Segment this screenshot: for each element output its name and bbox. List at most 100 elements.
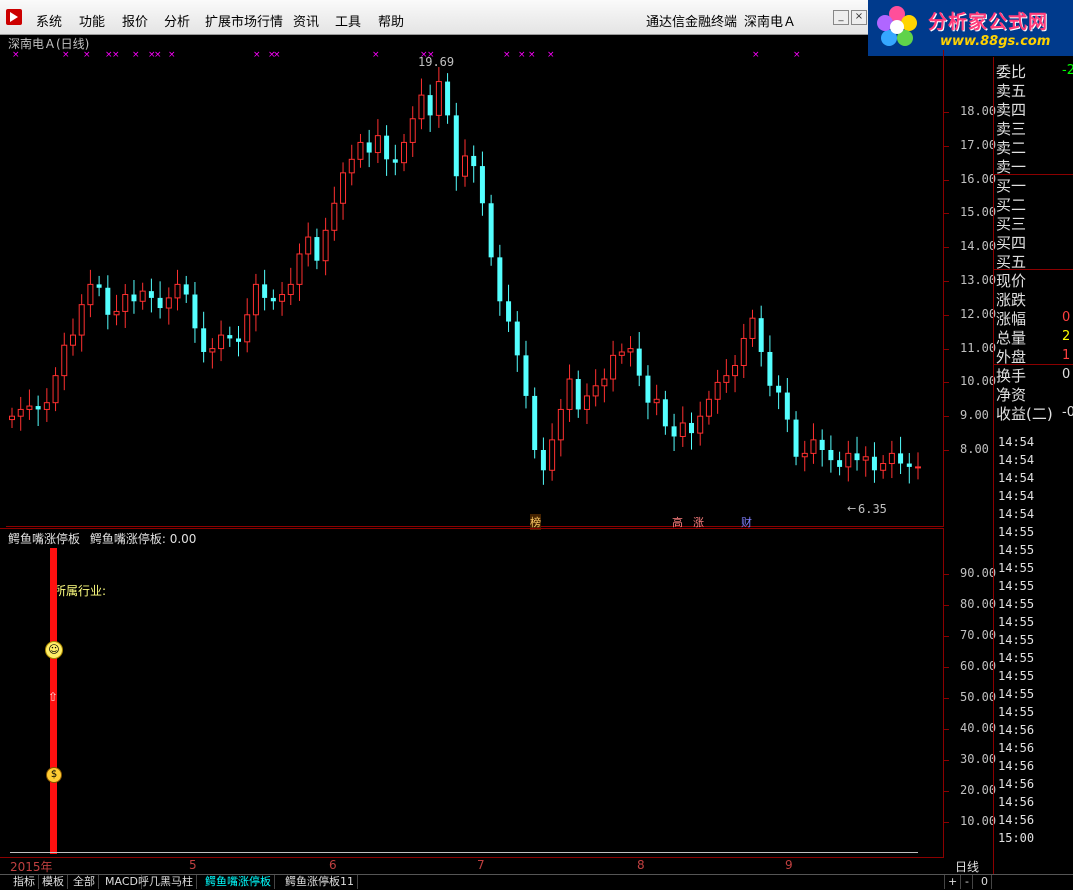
tab-zero-button[interactable]: 0 xyxy=(978,875,992,889)
candle-body xyxy=(218,334,225,350)
candle-body xyxy=(898,453,904,464)
candle-body xyxy=(801,452,808,458)
candle-body xyxy=(540,450,546,471)
candle-body xyxy=(445,81,451,116)
candle-body xyxy=(105,287,111,315)
tick-time: 14:55 xyxy=(998,597,1035,611)
candle-body xyxy=(252,283,259,316)
candle-body xyxy=(740,337,747,366)
candle-body xyxy=(401,141,408,164)
candle-body xyxy=(862,456,869,461)
indicator-name: 鳄鱼嘴涨停板 xyxy=(89,532,162,546)
tick-time: 14:54 xyxy=(998,471,1035,485)
indicator-baseline xyxy=(10,852,918,853)
price-tick-label: 17.00 xyxy=(960,137,997,152)
app-logo-icon[interactable] xyxy=(6,9,22,25)
signal-marker: × xyxy=(83,50,91,60)
candle-body xyxy=(837,460,843,467)
candle-body xyxy=(139,290,146,302)
candle-body xyxy=(819,439,825,450)
tab-all[interactable]: 全部 xyxy=(70,875,99,889)
close-icon[interactable]: × xyxy=(851,10,867,25)
indicator-title: 鳄鱼嘴涨停板 鳄鱼嘴涨停板: 0.00 xyxy=(8,530,196,547)
price-tick-mark xyxy=(944,450,949,451)
tick-time: 14:56 xyxy=(998,813,1035,827)
tab-black-horse[interactable]: 呼几黑马柱 xyxy=(135,875,197,889)
candle-body xyxy=(618,351,625,356)
indicator-tick-mark xyxy=(944,698,949,699)
candle-body xyxy=(96,284,102,288)
side-row-label: 卖三 xyxy=(996,120,1027,138)
stock-name: 深南电Ａ xyxy=(744,15,797,30)
indicator-pane[interactable] xyxy=(0,528,944,858)
low-arrow-icon: ← xyxy=(847,502,857,515)
candlestick-chart[interactable]: × × × × × × ×× × × ×× × × × × × × × × × xyxy=(0,50,944,528)
side-row-label: 卖四 xyxy=(996,101,1027,119)
candle-body xyxy=(174,283,181,299)
signal-marker: × xyxy=(273,50,281,60)
candle-body xyxy=(679,422,686,437)
tick-time: 14:54 xyxy=(998,435,1035,449)
menu-system[interactable]: 系统 xyxy=(36,11,62,30)
signal-marker: × xyxy=(154,50,162,60)
indicator-tick-label: 40.00 xyxy=(960,721,997,735)
logo-url: www.88gs.com xyxy=(940,34,1051,49)
indicator-colon: : xyxy=(161,532,170,546)
side-row-label: 买一 xyxy=(996,177,1027,195)
candle-body xyxy=(575,379,581,410)
period-label[interactable]: 日线 xyxy=(955,858,979,875)
candle-body xyxy=(87,283,94,306)
indicator-tick-label: 80.00 xyxy=(960,597,997,611)
candle-body xyxy=(732,365,739,377)
menu-extended-market[interactable]: 扩展市场行情 xyxy=(205,11,283,30)
candle-body xyxy=(61,344,68,377)
site-logo: 分析家公式网 www.88gs.com xyxy=(868,0,1073,56)
side-row-label: 委比 xyxy=(996,63,1027,81)
tab-crocodile-limit-up[interactable]: 鳄鱼嘴涨停板 xyxy=(202,875,275,889)
signal-marker: × xyxy=(372,50,380,60)
price-tick-label: 14.00 xyxy=(960,239,997,254)
indicator-tick-mark xyxy=(944,791,949,792)
tick-time: 14:56 xyxy=(998,723,1035,737)
price-tick-mark xyxy=(944,382,949,384)
menu-tools[interactable]: 工具 xyxy=(335,11,361,30)
menu-analysis[interactable]: 分析 xyxy=(164,11,190,30)
candle-body xyxy=(532,395,538,450)
tab-indicator[interactable]: 指标 xyxy=(10,875,39,889)
signal-marker: × xyxy=(132,50,140,60)
menu-news[interactable]: 资讯 xyxy=(293,11,319,30)
indicator-tick-mark xyxy=(944,667,949,668)
candle-body xyxy=(192,294,198,329)
menu-quote[interactable]: 报价 xyxy=(122,11,148,30)
indicator-tick-mark xyxy=(944,636,949,637)
candle-body xyxy=(671,426,677,437)
candle-body xyxy=(157,297,163,309)
side-row-label: 总量 xyxy=(996,329,1027,347)
side-row-label: 现价 xyxy=(996,272,1027,290)
tab-crocodile-limit-up-11[interactable]: 鳄鱼涨停板11 xyxy=(282,875,358,889)
candle-body xyxy=(227,335,233,339)
tab-plus-button[interactable]: + xyxy=(944,875,962,889)
side-row-label: 卖二 xyxy=(996,139,1027,157)
tick-time: 14:56 xyxy=(998,795,1035,809)
price-tick-label: 12.00 xyxy=(960,306,997,321)
candle-body xyxy=(418,94,425,120)
candle-body xyxy=(165,297,172,309)
minimize-icon[interactable]: _ xyxy=(833,10,849,25)
price-tick-mark xyxy=(944,348,949,350)
menu-function[interactable]: 功能 xyxy=(79,11,105,30)
menu-help[interactable]: 帮助 xyxy=(378,11,404,30)
candle-body xyxy=(810,439,817,454)
tab-template[interactable]: 模板 xyxy=(39,875,68,889)
x-axis-line xyxy=(0,857,944,858)
tick-time: 14:55 xyxy=(998,669,1035,683)
price-tick-mark xyxy=(944,281,949,282)
candle-body xyxy=(392,159,398,163)
candle-body xyxy=(244,314,251,343)
candle-body xyxy=(122,294,129,312)
signal-marker: × xyxy=(12,50,20,60)
candle-body xyxy=(9,415,15,421)
x-label-2015: 2015年 xyxy=(10,860,53,874)
money-bag-icon: $ xyxy=(46,767,62,783)
tab-minus-button[interactable]: - xyxy=(962,875,973,889)
